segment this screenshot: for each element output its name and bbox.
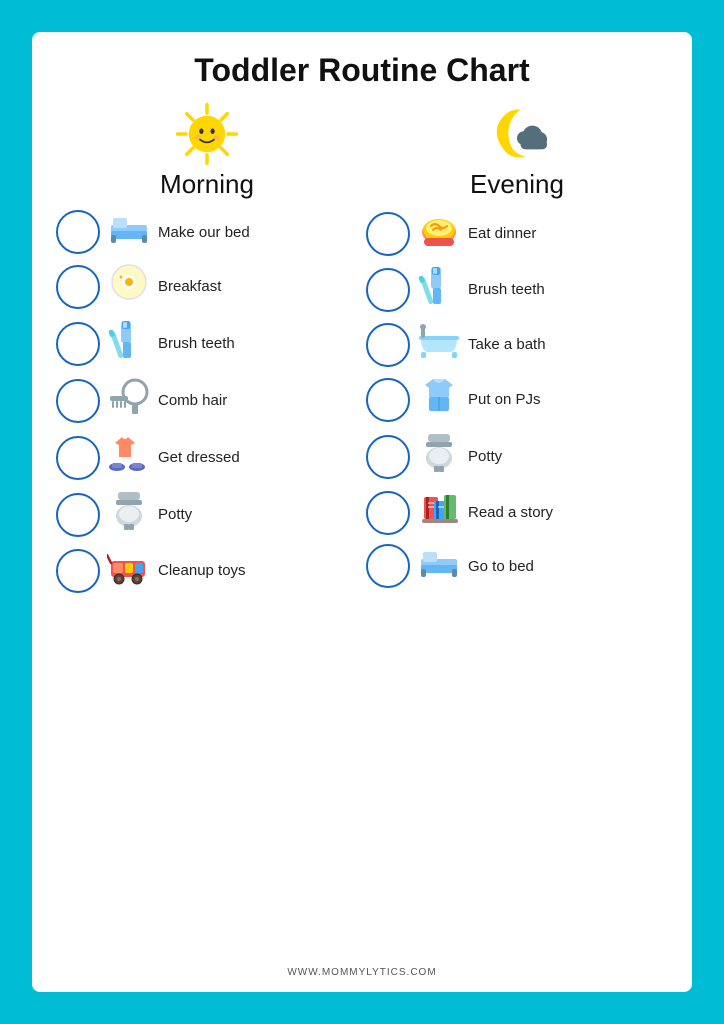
evening-column: Evening xyxy=(366,99,668,961)
task-label: Put on PJs xyxy=(468,391,668,408)
moon-icon xyxy=(482,99,552,169)
task-label: Cleanup toys xyxy=(158,562,358,579)
task-icon xyxy=(106,490,152,539)
checkbox[interactable] xyxy=(366,544,410,588)
task-row: Make our bed xyxy=(56,208,358,256)
task-row: Breakfast xyxy=(56,260,358,313)
checkbox[interactable] xyxy=(366,323,410,367)
morning-label: Morning xyxy=(160,169,254,200)
task-row: Cleanup toys xyxy=(56,545,358,596)
task-icon xyxy=(106,319,152,368)
task-icon xyxy=(416,375,462,424)
page: Toddler Routine Chart xyxy=(32,32,692,992)
checkbox[interactable] xyxy=(56,493,100,537)
task-icon xyxy=(416,545,462,588)
evening-header: Evening xyxy=(470,99,564,200)
checkbox[interactable] xyxy=(56,549,100,593)
checkbox[interactable] xyxy=(366,212,410,256)
task-row: Potty xyxy=(366,430,668,483)
checkbox[interactable] xyxy=(56,265,100,309)
task-icon xyxy=(106,211,152,254)
task-label: Take a bath xyxy=(468,336,668,353)
morning-tasks: Make our bed Br xyxy=(56,208,358,596)
task-label: Brush teeth xyxy=(158,335,358,352)
task-icon xyxy=(416,210,462,257)
morning-column: Morning M xyxy=(56,99,358,961)
task-label: Potty xyxy=(158,506,358,523)
evening-tasks: Eat dinner xyxy=(366,208,668,590)
task-row: Comb hair xyxy=(56,374,358,427)
task-label: Eat dinner xyxy=(468,225,668,242)
task-icon xyxy=(416,489,462,536)
task-label: Make our bed xyxy=(158,224,358,241)
task-icon xyxy=(416,322,462,367)
checkbox[interactable] xyxy=(56,379,100,423)
task-row: Go to bed xyxy=(366,542,668,590)
task-icon xyxy=(416,432,462,481)
checkbox[interactable] xyxy=(366,435,410,479)
task-icon xyxy=(106,547,152,594)
task-icon xyxy=(106,376,152,425)
task-row: Eat dinner xyxy=(366,208,668,259)
task-row: Take a bath xyxy=(366,320,668,369)
task-row: Brush teeth xyxy=(366,263,668,316)
task-row: Put on PJs xyxy=(366,373,668,426)
checkbox[interactable] xyxy=(56,210,100,254)
task-label: Brush teeth xyxy=(468,281,668,298)
evening-label: Evening xyxy=(470,169,564,200)
task-label: Read a story xyxy=(468,504,668,521)
checkbox[interactable] xyxy=(56,436,100,480)
task-label: Go to bed xyxy=(468,558,668,575)
sun-icon xyxy=(172,99,242,169)
footer-text: WWW.MOMMYLYTICS.COM xyxy=(287,967,436,978)
checkbox[interactable] xyxy=(366,491,410,535)
checkbox[interactable] xyxy=(366,268,410,312)
task-label: Potty xyxy=(468,448,668,465)
task-row: Potty xyxy=(56,488,358,541)
columns: Morning M xyxy=(56,99,668,961)
page-title: Toddler Routine Chart xyxy=(194,52,529,89)
task-label: Breakfast xyxy=(158,278,358,295)
task-label: Comb hair xyxy=(158,392,358,409)
task-icon xyxy=(106,433,152,482)
task-label: Get dressed xyxy=(158,449,358,466)
task-row: Read a story xyxy=(366,487,668,538)
task-icon xyxy=(106,262,152,311)
checkbox[interactable] xyxy=(56,322,100,366)
task-row: Get dressed xyxy=(56,431,358,484)
checkbox[interactable] xyxy=(366,378,410,422)
morning-header: Morning xyxy=(160,99,254,200)
task-icon xyxy=(416,265,462,314)
task-row: Brush teeth xyxy=(56,317,358,370)
